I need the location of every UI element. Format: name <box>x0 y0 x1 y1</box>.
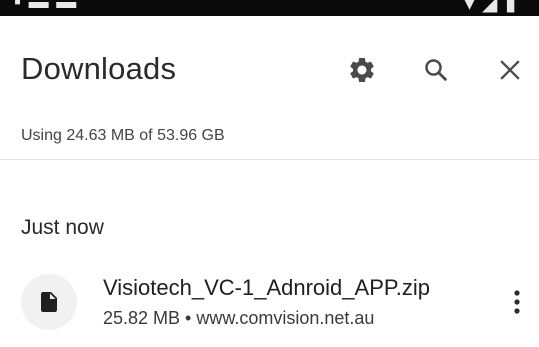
close-button[interactable] <box>492 52 528 88</box>
download-file-meta: 25.82 MB • www.comvision.net.au <box>103 308 375 328</box>
status-bar-left-icons: ▪ ▬ ▬ <box>14 0 78 13</box>
gear-icon <box>350 57 374 82</box>
divider <box>0 159 539 160</box>
app-bar: Downloads <box>0 16 539 124</box>
close-icon <box>500 60 520 80</box>
search-icon <box>425 59 447 81</box>
settings-button[interactable] <box>344 52 380 88</box>
page-title: Downloads <box>21 51 177 86</box>
download-file-name[interactable]: Visiotech_VC-1_Adnroid_APP.zip <box>103 274 430 302</box>
more-options-button[interactable] <box>502 284 532 320</box>
storage-usage: Using 24.63 MB of 53.96 GB <box>21 127 225 144</box>
status-bar-right-icons: ▾ ◢ ▮ <box>464 0 517 15</box>
download-item[interactable]: Visiotech_VC-1_Adnroid_APP.zip 25.82 MB … <box>0 262 539 347</box>
status-bar: ▪ ▬ ▬ ▾ ◢ ▮ <box>0 0 539 16</box>
more-vert-icon <box>514 290 520 314</box>
file-icon-container <box>21 274 77 330</box>
section-header-just-now: Just now <box>21 216 104 239</box>
search-button[interactable] <box>418 52 454 88</box>
file-icon <box>41 292 57 312</box>
